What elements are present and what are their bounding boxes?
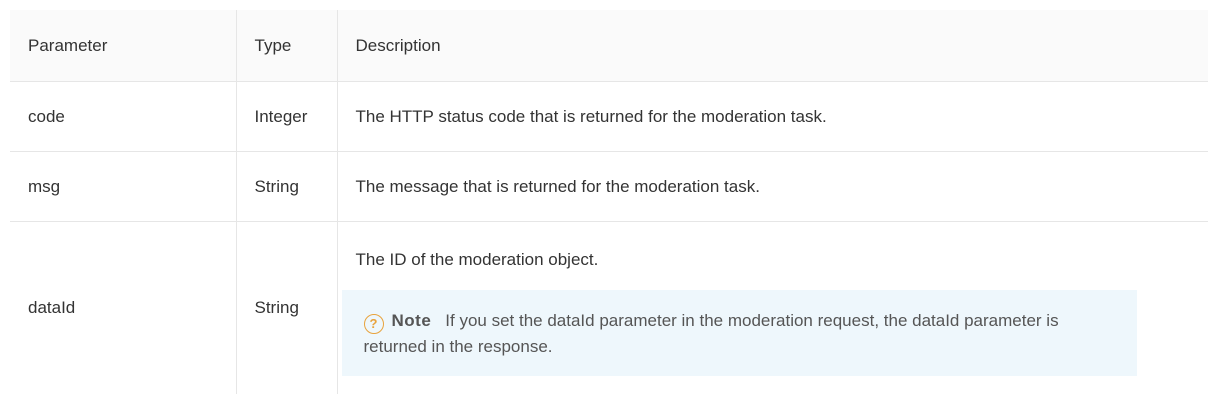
note-label: Note [391, 311, 432, 330]
parameter-cell: code [10, 81, 237, 152]
table-header-row: Parameter Type Description [10, 10, 1208, 82]
table-row: code Integer The HTTP status code that i… [10, 81, 1208, 152]
type-cell: String [235, 151, 338, 222]
header-parameter: Parameter [10, 10, 237, 82]
table-row: msg String The message that is returned … [10, 151, 1208, 222]
note-text: If you set the dataId parameter in the m… [363, 311, 1059, 356]
header-description: Description [336, 10, 1208, 82]
description-text: The ID of the moderation object. [355, 250, 599, 269]
parameter-cell: msg [10, 151, 237, 222]
table-row: dataId String The ID of the moderation o… [10, 221, 1208, 394]
note-box: ? Note If you set the dataId parameter in … [341, 290, 1137, 376]
description-cell: The ID of the moderation object. ? Note If… [336, 221, 1208, 394]
question-circle-icon: ? [363, 314, 384, 334]
parameter-cell: dataId [10, 221, 237, 394]
parameter-table: Parameter Type Description code Integer … [10, 10, 1208, 394]
description-cell: The HTTP status code that is returned fo… [336, 81, 1208, 152]
description-cell: The message that is returned for the mod… [336, 151, 1208, 222]
type-cell: Integer [235, 81, 338, 152]
type-cell: String [235, 221, 338, 394]
header-type: Type [235, 10, 338, 82]
